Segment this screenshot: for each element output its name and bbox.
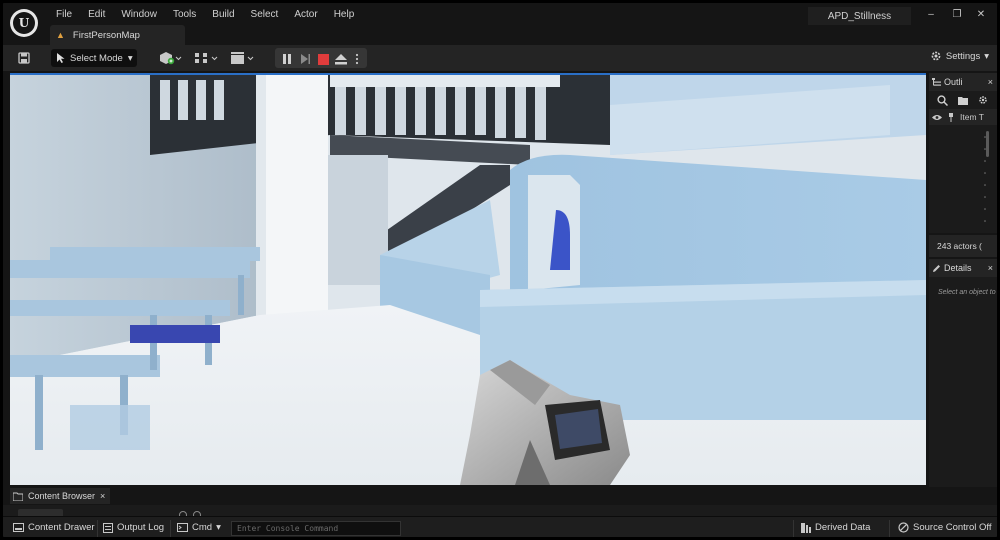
select-mode-dropdown[interactable]: Select Mode ▾ [51, 49, 137, 67]
output-log-label: Output Log [117, 522, 165, 533]
tab-details[interactable]: Details × [929, 259, 997, 277]
blueprint-button[interactable] [193, 50, 221, 66]
game-scene [10, 75, 926, 485]
derived-data-label: Derived Data [815, 522, 871, 533]
project-name: APD_Stillness [808, 7, 911, 25]
derived-data-icon [801, 522, 811, 533]
play-controls [275, 48, 367, 68]
main-toolbar: Select Mode ▾ Settings ▾ [3, 45, 997, 71]
pencil-icon [933, 264, 940, 272]
editor-window: U File Edit Window Tools Build Select Ac… [0, 0, 1000, 540]
divider [793, 520, 794, 537]
derived-data-button[interactable]: Derived Data [801, 522, 870, 533]
tab-first-person-map[interactable]: ▲ FirstPersonMap [50, 25, 185, 45]
map-tab-label: FirstPersonMap [72, 29, 140, 41]
level-viewport[interactable] [10, 73, 926, 485]
menu-actor[interactable]: Actor [286, 7, 325, 22]
source-control-off-icon [898, 522, 909, 533]
log-icon [103, 522, 113, 533]
outliner-tab-label: Outli [944, 77, 963, 87]
outliner-toolbar [929, 91, 997, 109]
pin-icon[interactable] [948, 112, 954, 122]
close-window-button[interactable]: ✕ [971, 9, 991, 20]
content-browser-toolbar [3, 505, 997, 516]
add-button[interactable] [18, 509, 63, 516]
details-empty-message: Select an object to [938, 289, 996, 296]
settings-button[interactable]: Settings ▾ [930, 50, 989, 62]
menu-help[interactable]: Help [326, 7, 363, 22]
eye-icon[interactable] [932, 114, 942, 121]
menu-tools[interactable]: Tools [165, 7, 204, 22]
search-icon[interactable] [937, 94, 948, 106]
chevron-down-icon: ▾ [127, 52, 133, 64]
menu-edit[interactable]: Edit [80, 7, 113, 22]
outliner-column-header: Item T [929, 109, 997, 125]
title-bar: U File Edit Window Tools Build Select Ac… [3, 3, 997, 45]
settings-label: Settings [945, 50, 981, 62]
select-mode-label: Select Mode [70, 52, 123, 64]
source-control-label: Source Control Off [913, 522, 992, 533]
menu-window[interactable]: Window [113, 7, 165, 22]
unreal-logo-icon[interactable]: U [10, 9, 38, 37]
item-type-column[interactable]: Item T [960, 112, 984, 122]
drawer-icon [13, 523, 24, 532]
details-panel: Details × Select an object to [929, 259, 997, 487]
close-icon[interactable]: × [988, 263, 993, 273]
minimize-button[interactable]: – [921, 9, 941, 20]
close-icon[interactable]: × [100, 491, 105, 501]
cmd-label: Cmd [192, 522, 213, 533]
step-frame-icon[interactable] [297, 51, 313, 67]
gear-icon[interactable] [978, 95, 988, 105]
folder-icon [13, 492, 23, 501]
tab-content-browser[interactable]: Content Browser × [10, 488, 110, 504]
source-control-button[interactable]: Source Control Off [898, 522, 992, 533]
details-tab-label: Details [944, 263, 972, 273]
map-icon: ▲ [56, 30, 65, 40]
close-icon[interactable]: × [988, 77, 993, 87]
content-drawer-button[interactable]: Content Drawer [13, 522, 95, 533]
menu-bar: File Edit Window Tools Build Select Acto… [48, 7, 362, 22]
cursor-icon [57, 53, 65, 63]
divider [170, 520, 171, 537]
terminal-icon [177, 523, 188, 532]
chevron-down-icon: ▾ [216, 522, 221, 533]
cinematics-button[interactable] [229, 50, 257, 66]
restore-button[interactable]: ❐ [947, 9, 967, 20]
eject-icon[interactable] [333, 51, 349, 67]
add-actor-button[interactable] [157, 50, 183, 66]
more-options-icon[interactable] [351, 51, 363, 67]
pause-icon[interactable] [279, 51, 295, 67]
status-bar: Content Drawer Output Log Cmd ▾ Derived … [3, 516, 997, 537]
console-command-input[interactable] [231, 521, 401, 536]
divider [97, 520, 98, 537]
tab-outliner[interactable]: Outli × [929, 73, 997, 91]
save-icon[interactable] [15, 50, 33, 66]
add-folder-icon[interactable] [958, 96, 968, 105]
output-log-button[interactable]: Output Log [103, 522, 164, 533]
content-drawer-label: Content Drawer [28, 522, 95, 533]
menu-build[interactable]: Build [204, 7, 242, 22]
outliner-panel: Outli × Item T [929, 73, 997, 233]
tree-dots [984, 136, 986, 222]
outliner-icon [932, 77, 941, 86]
stop-icon[interactable] [315, 51, 331, 67]
cmd-dropdown[interactable]: Cmd ▾ [177, 522, 221, 533]
gear-icon [931, 51, 941, 61]
divider [889, 520, 890, 537]
menu-file[interactable]: File [48, 7, 80, 22]
chevron-down-icon: ▾ [984, 50, 989, 62]
actor-count: 243 actors ( [929, 235, 997, 257]
menu-select[interactable]: Select [243, 7, 287, 22]
content-browser-label: Content Browser [28, 491, 96, 501]
